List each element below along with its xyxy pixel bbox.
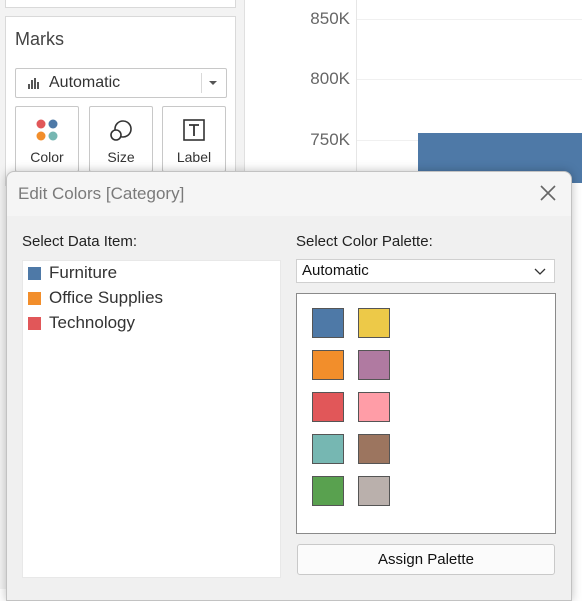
marks-card: Marks Automatic Color Size Label	[5, 16, 236, 186]
bar-chart-icon	[28, 78, 40, 89]
edit-colors-dialog: Edit Colors [Category] Select Data Item:…	[6, 171, 572, 601]
palette-color-swatch[interactable]	[312, 476, 344, 506]
palette-color-swatch[interactable]	[358, 434, 390, 464]
dialog-titlebar: Edit Colors [Category]	[7, 172, 571, 216]
palette-color-swatch[interactable]	[312, 392, 344, 422]
size-button[interactable]: Size	[89, 106, 153, 172]
y-tick-label: 750K	[310, 130, 350, 149]
item-label: Office Supplies	[49, 288, 164, 307]
y-tick-label: 800K	[310, 69, 350, 88]
palette-color-swatch[interactable]	[358, 476, 390, 506]
palette-color-swatch[interactable]	[358, 350, 390, 380]
data-item-list: Furniture Office Supplies Technology	[22, 260, 281, 578]
text-label-icon	[182, 118, 206, 147]
filters-card	[5, 0, 236, 8]
item-color-swatch	[28, 317, 41, 330]
y-axis-line	[356, 0, 357, 175]
palette-select[interactable]: Automatic	[296, 259, 555, 283]
label-button[interactable]: Label	[162, 106, 226, 172]
palette-select-value: Automatic	[302, 262, 369, 279]
size-button-label: Size	[107, 149, 135, 165]
color-dots-icon	[35, 118, 59, 147]
item-label: Technology	[49, 313, 136, 332]
label-button-label: Label	[176, 149, 212, 165]
gridline	[357, 19, 582, 20]
mark-type-value: Automatic	[49, 74, 121, 91]
palette-color-swatch[interactable]	[358, 308, 390, 338]
chevron-down-icon	[534, 268, 546, 275]
gridline	[357, 79, 582, 80]
assign-palette-button[interactable]: Assign Palette	[297, 544, 555, 575]
palette-color-swatch[interactable]	[312, 434, 344, 464]
color-button[interactable]: Color	[15, 106, 79, 172]
chevron-down-icon	[209, 81, 217, 85]
item-color-swatch	[28, 267, 41, 280]
mark-type-dropdown[interactable]: Automatic	[15, 68, 227, 98]
palette-color-swatch[interactable]	[312, 308, 344, 338]
select-color-palette-label: Select Color Palette:	[296, 233, 433, 250]
y-tick-label: 850K	[310, 9, 350, 28]
item-label: Furniture	[49, 263, 118, 282]
close-icon	[540, 185, 556, 201]
palette-color-swatch[interactable]	[358, 392, 390, 422]
item-color-swatch	[28, 292, 41, 305]
color-button-label: Color	[30, 149, 64, 165]
palette-swatch-grid	[296, 293, 556, 534]
select-data-item-label: Select Data Item:	[22, 233, 138, 250]
dialog-title: Edit Colors [Category]	[18, 184, 185, 203]
close-button[interactable]	[539, 184, 557, 202]
palette-color-swatch[interactable]	[312, 350, 344, 380]
size-circles-icon	[108, 118, 134, 149]
marks-title: Marks	[15, 29, 64, 49]
